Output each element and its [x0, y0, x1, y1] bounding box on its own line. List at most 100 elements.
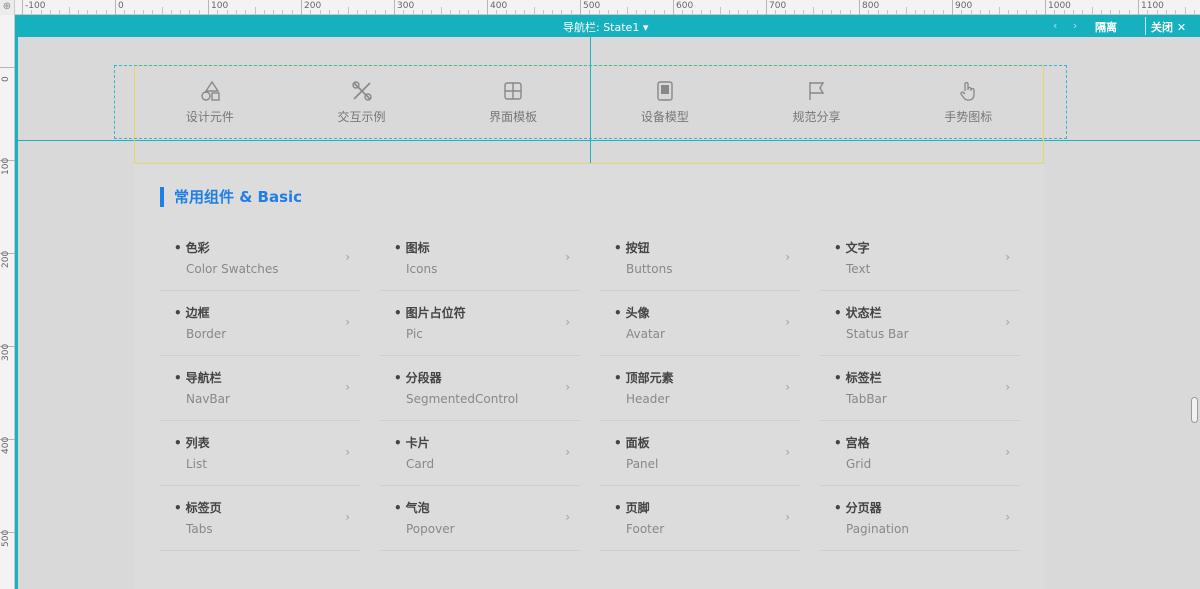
- ruler-origin-icon[interactable]: ⊕: [0, 0, 15, 15]
- ruler-minor-tick: [1147, 10, 1149, 14]
- ruler-minor-tick: [440, 7, 442, 14]
- nav-item-gesture-icons[interactable]: 手势图标: [892, 80, 1044, 130]
- component-name-en: Icons: [406, 262, 438, 276]
- nav-item-spec-sharing[interactable]: 规范分享: [741, 80, 893, 130]
- component-name-zh: 气泡: [394, 499, 430, 516]
- component-list-item[interactable]: 页脚 Footer ›: [600, 486, 800, 551]
- ruler-minor-tick: [514, 10, 516, 14]
- nav-item-design-components[interactable]: 设计元件: [134, 80, 286, 130]
- ruler-minor-tick: [738, 10, 740, 14]
- component-name-zh: 图片占位符: [394, 304, 466, 321]
- ruler-minor-tick: [1119, 10, 1121, 14]
- component-list-item[interactable]: 宫格 Grid ›: [820, 421, 1020, 486]
- ruler-minor-tick: [1156, 10, 1158, 14]
- component-list-item[interactable]: 色彩 Color Swatches ›: [160, 226, 360, 291]
- component-name-en: Color Swatches: [186, 262, 279, 276]
- ruler-minor-tick: [570, 10, 572, 14]
- component-list-item[interactable]: 气泡 Popover ›: [380, 486, 580, 551]
- ruler-minor-tick: [505, 10, 507, 14]
- ruler-minor-tick: [310, 10, 312, 14]
- chevron-right-icon: ›: [345, 510, 350, 524]
- ruler-minor-tick: [896, 10, 898, 14]
- chevron-right-icon: ›: [1005, 445, 1010, 459]
- ruler-tick: 0: [0, 67, 15, 82]
- component-list-item[interactable]: 导航栏 NavBar ›: [160, 356, 360, 421]
- component-name-zh: 色彩: [174, 239, 210, 256]
- ruler-minor-tick: [877, 10, 879, 14]
- ruler-minor-tick: [282, 10, 284, 14]
- ruler-minor-tick: [477, 10, 479, 14]
- component-name-en: Popover: [406, 522, 455, 536]
- top-ruler: -100 0 100 200 300 400 500 600 700 800 900 1000 1100: [0, 0, 1200, 15]
- ruler-minor-tick: [617, 10, 619, 14]
- ruler-minor-tick: [868, 10, 870, 14]
- component-list-item[interactable]: 标签页 Tabs ›: [160, 486, 360, 551]
- ruler-tick: 500: [580, 0, 600, 15]
- close-button[interactable]: 关闭 ✕: [1151, 19, 1186, 35]
- component-name-zh: 卡片: [394, 434, 430, 451]
- component-list-item[interactable]: 边框 Border ›: [160, 291, 360, 356]
- component-list-item[interactable]: 头像 Avatar ›: [600, 291, 800, 356]
- ruler-minor-tick: [561, 10, 563, 14]
- ruler-minor-tick: [449, 10, 451, 14]
- component-name-zh: 边框: [174, 304, 210, 321]
- ruler-minor-tick: [1054, 10, 1056, 14]
- ruler-minor-tick: [291, 10, 293, 14]
- component-list-item[interactable]: 图标 Icons ›: [380, 226, 580, 291]
- section-title: 常用组件 & Basic: [160, 187, 302, 207]
- ruler-minor-tick: [105, 10, 107, 14]
- component-name-en: Pagination: [846, 522, 909, 536]
- component-list-item[interactable]: 分段器 SegmentedControl ›: [380, 356, 580, 421]
- component-list-item[interactable]: 文字 Text ›: [820, 226, 1020, 291]
- nav-item-label: 手势图标: [944, 110, 993, 124]
- ruler-tick: 400: [487, 0, 507, 15]
- ruler-minor-tick: [747, 10, 749, 14]
- component-list-item[interactable]: 按钮 Buttons ›: [600, 226, 800, 291]
- ruler-minor-tick: [421, 10, 423, 14]
- component-name-en: TabBar: [846, 392, 887, 406]
- ruler-minor-tick: [645, 10, 647, 14]
- ruler-tick: 500: [0, 530, 15, 547]
- component-list-item[interactable]: 分页器 Pagination ›: [820, 486, 1020, 551]
- ruler-tick: 100: [0, 158, 15, 175]
- scrollbar-handle[interactable]: [1191, 397, 1198, 423]
- ruler-minor-tick: [914, 10, 916, 14]
- nav-item-interaction-examples[interactable]: 交互示例: [286, 80, 438, 130]
- layout-icon: [504, 82, 522, 100]
- ruler-minor-tick: [607, 10, 609, 14]
- component-name-zh: 图标: [394, 239, 430, 256]
- ruler-tick-label: 400: [1, 436, 11, 454]
- chevron-right-icon: ›: [785, 250, 790, 264]
- chevron-right-icon: ›: [345, 315, 350, 329]
- ruler-minor-tick: [700, 10, 702, 14]
- ruler-minor-tick: [263, 10, 265, 14]
- ruler-minor-tick: [905, 7, 907, 14]
- component-name-zh: 分页器: [834, 499, 882, 516]
- component-name-en: Grid: [846, 457, 872, 471]
- ruler-minor-tick: [49, 10, 51, 14]
- component-list-item[interactable]: 图片占位符 Pic ›: [380, 291, 580, 356]
- component-list-item[interactable]: 列表 List ›: [160, 421, 360, 486]
- nav-item-device-models[interactable]: 设备模型: [589, 80, 741, 130]
- component-list-item[interactable]: 状态栏 Status Bar ›: [820, 291, 1020, 356]
- component-list-item[interactable]: 标签栏 TabBar ›: [820, 356, 1020, 421]
- panel-state-selector[interactable]: 导航栏: State1 ▾: [563, 19, 648, 35]
- ruler-minor-tick: [1007, 10, 1009, 14]
- component-list-item[interactable]: 卡片 Card ›: [380, 421, 580, 486]
- ruler-minor-tick: [552, 10, 554, 14]
- nav-item-ui-templates[interactable]: 界面模板: [437, 80, 589, 130]
- component-name-en: Text: [846, 262, 871, 276]
- ruler-minor-tick: [924, 10, 926, 14]
- ruler-minor-tick: [1035, 10, 1037, 14]
- ruler-tick: -100: [22, 0, 45, 15]
- ruler-minor-tick: [775, 10, 777, 14]
- ruler-minor-tick: [821, 10, 823, 14]
- component-name-zh: 面板: [614, 434, 650, 451]
- state-nav-arrows-icon[interactable]: ‹ ›: [1053, 19, 1083, 32]
- isolate-button[interactable]: 隔离: [1095, 19, 1117, 35]
- component-list-item[interactable]: 面板 Panel ›: [600, 421, 800, 486]
- component-list-item[interactable]: 顶部元素 Header ›: [600, 356, 800, 421]
- category-nav: 设计元件 交互示例 界面模板 设备模型 规范分享 手势图标: [134, 80, 1044, 130]
- component-name-zh: 文字: [834, 239, 870, 256]
- component-name-en: Card: [406, 457, 435, 471]
